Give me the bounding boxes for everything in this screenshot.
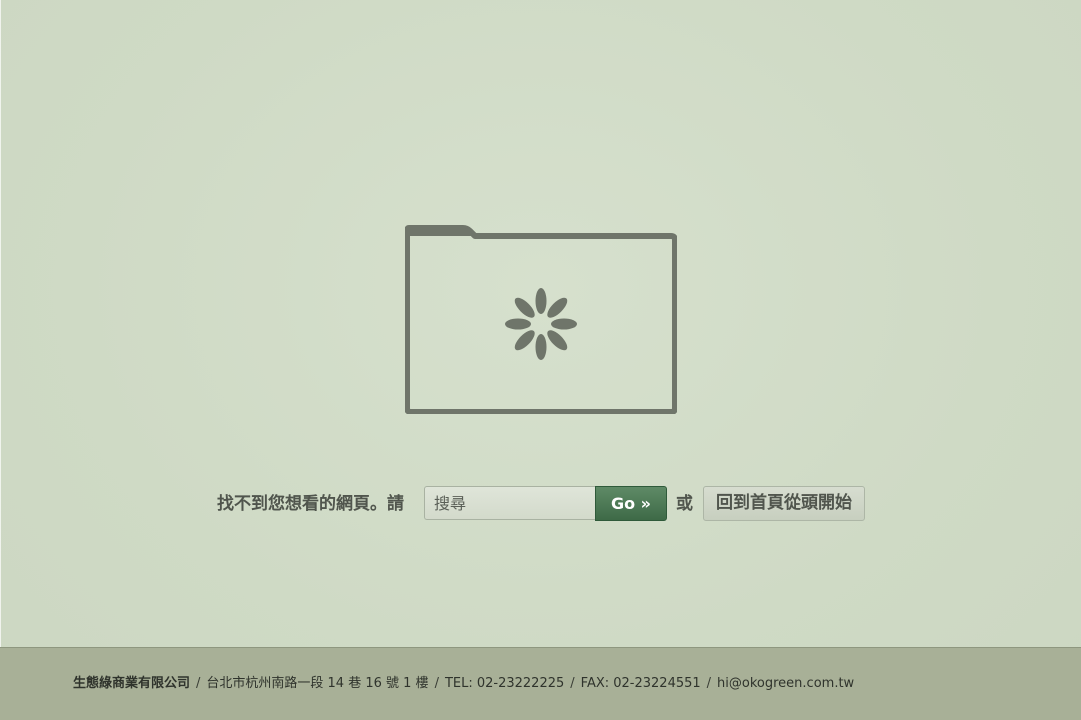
footer-separator: / xyxy=(196,676,201,691)
footer: 生態綠商業有限公司 / 台北市杭州南路一段 14 巷 16 號 1 樓 / TEL: 0… xyxy=(0,647,1081,720)
search-input[interactable] xyxy=(424,486,597,520)
spinner-petal xyxy=(514,330,535,351)
spinner-petal xyxy=(535,288,547,314)
footer-fax: FAX: 02-23224551 xyxy=(580,676,701,691)
loading-spinner-icon xyxy=(503,287,579,361)
footer-separator: / xyxy=(706,676,712,691)
or-label: 或 xyxy=(676,494,693,514)
spinner-petal xyxy=(547,297,568,318)
footer-company: 生態綠商業有限公司 xyxy=(73,676,191,691)
spinner-petal xyxy=(514,297,535,318)
footer-email: hi@okogreen.com.tw xyxy=(717,676,855,691)
spinner-petal xyxy=(535,334,547,360)
spinner-petal xyxy=(505,318,531,330)
footer-contact: 生態綠商業有限公司 / 台北市杭州南路一段 14 巷 16 號 1 樓 / TEL: 0… xyxy=(73,676,854,692)
spinner-petal xyxy=(551,318,577,330)
footer-address: 台北市杭州南路一段 14 巷 16 號 1 樓 xyxy=(206,676,429,691)
spinner-petal xyxy=(547,330,568,351)
not-found-message: 找不到您想看的網頁。請 xyxy=(217,494,404,514)
footer-tel: TEL: 02-23222225 xyxy=(444,676,565,691)
footer-separator: / xyxy=(434,676,439,691)
footer-separator: / xyxy=(570,676,575,691)
search-row: 找不到您想看的網頁。請 Go » 或 回到首頁從頭開始 xyxy=(0,486,1081,522)
back-to-home-button[interactable]: 回到首頁從頭開始 xyxy=(703,486,865,521)
page-edge xyxy=(0,0,1,720)
go-button[interactable]: Go » xyxy=(595,486,667,521)
